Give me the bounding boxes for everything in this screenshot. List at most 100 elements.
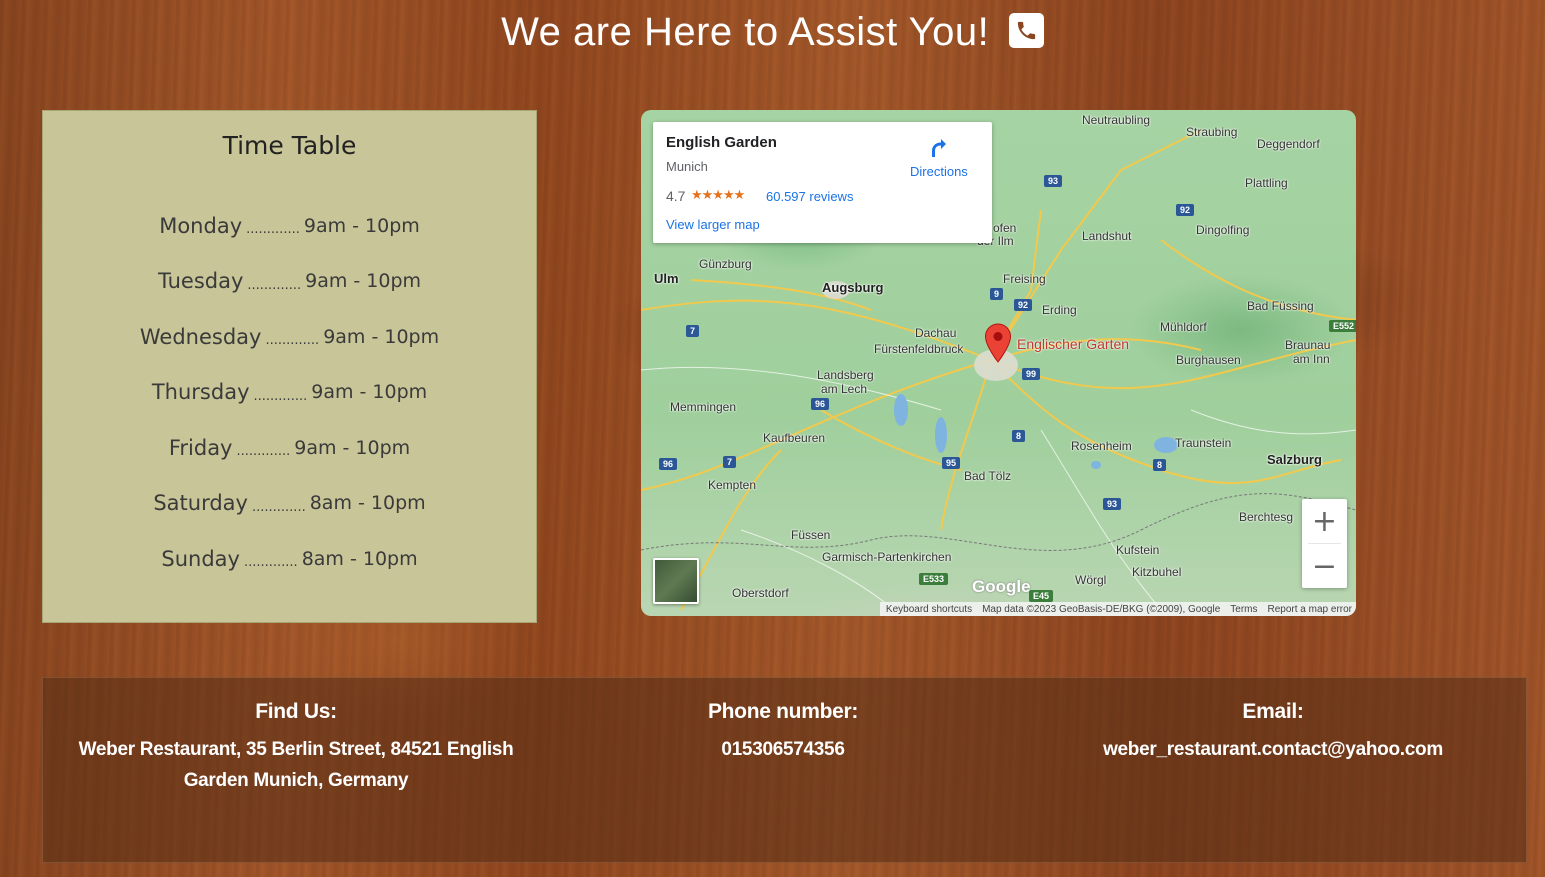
map-place-label: Dingolfing bbox=[1196, 223, 1250, 237]
timetable-dots: ............. bbox=[246, 222, 300, 238]
timetable-hours: 9am - 10pm bbox=[294, 436, 411, 459]
route-shield: 95 bbox=[942, 457, 961, 469]
place-rating: 4.7 bbox=[666, 188, 686, 204]
map-place-label: Salzburg bbox=[1267, 452, 1322, 467]
timetable-dots: ............. bbox=[265, 333, 320, 349]
route-shield: 99 bbox=[1022, 368, 1041, 380]
map-place-label: Bad Füssing bbox=[1247, 299, 1314, 313]
route-shield: 92 bbox=[1176, 204, 1195, 216]
route-shield: E552 bbox=[1329, 320, 1356, 332]
route-shield: 96 bbox=[811, 398, 830, 410]
map-pin-icon[interactable] bbox=[984, 323, 1012, 368]
timetable-hours: 9am - 10pm bbox=[305, 270, 422, 293]
map-place-label: ofen bbox=[993, 221, 1017, 235]
map-place-label: Füssen bbox=[791, 528, 831, 542]
page-title-text: We are Here to Assist You! bbox=[501, 9, 990, 54]
route-shield: E45 bbox=[1029, 590, 1054, 602]
map-place-label: Mühldorf bbox=[1160, 320, 1207, 334]
email-title: Email: bbox=[1242, 700, 1304, 723]
address-line-2: Garden Munich, Germany bbox=[183, 770, 409, 791]
page-title: We are Here to Assist You! bbox=[0, 8, 1545, 55]
phone-number: 015306574356 bbox=[721, 739, 845, 760]
email-address: weber_restaurant.contact@yahoo.com bbox=[1103, 739, 1443, 760]
map-place-label: Kempten bbox=[708, 478, 757, 492]
map-place-label: Erding bbox=[1042, 303, 1077, 317]
route-shield: E533 bbox=[919, 573, 949, 585]
email-column: Email: weber_restaurant.contact@yahoo.co… bbox=[1073, 700, 1473, 765]
timetable-day: Friday bbox=[168, 435, 233, 460]
route-shield: 93 bbox=[1103, 498, 1122, 510]
rating-stars-icon: ★★★★★ bbox=[691, 187, 745, 202]
map-place-label: Plattling bbox=[1245, 176, 1288, 190]
map-place-label: Traunstein bbox=[1175, 436, 1232, 450]
timetable-dots: ............. bbox=[251, 499, 306, 515]
route-shield: 9 bbox=[990, 288, 1004, 300]
directions-icon[interactable] bbox=[928, 136, 952, 165]
map-attribution-bar: Keyboard shortcuts Map data ©2023 GeoBas… bbox=[879, 602, 1356, 616]
zoom-out-button[interactable]: − bbox=[1302, 544, 1347, 588]
view-larger-map-link[interactable]: View larger map bbox=[666, 217, 760, 232]
map-place-label: Bad Tölz bbox=[964, 469, 1012, 483]
timetable-day: Monday bbox=[159, 213, 243, 238]
route-shield: 92 bbox=[1014, 299, 1033, 311]
timetable-hours: 9am - 10pm bbox=[311, 381, 428, 404]
timetable-title: Time Table bbox=[222, 131, 357, 160]
map-place-label: Landshut bbox=[1082, 229, 1132, 243]
satellite-toggle[interactable] bbox=[653, 558, 699, 604]
timetable-hours: 9am - 10pm bbox=[303, 214, 420, 237]
zoom-controls: + − bbox=[1302, 499, 1347, 588]
map-place-label: Günzburg bbox=[699, 257, 752, 271]
map-place-label: Dachau bbox=[915, 326, 957, 340]
timetable-dots: ............. bbox=[243, 555, 298, 571]
route-shield: 93 bbox=[1044, 175, 1063, 187]
route-shield: 8 bbox=[1012, 430, 1026, 442]
map-pin-label[interactable]: Englischer Garten bbox=[1017, 336, 1129, 352]
map-place-label: Augsburg bbox=[822, 280, 884, 295]
map-place-label: Deggendorf bbox=[1257, 137, 1320, 151]
map-place-label: am Lech bbox=[821, 382, 868, 396]
map-place-label: Memmingen bbox=[670, 400, 737, 414]
keyboard-shortcuts-link[interactable]: Keyboard shortcuts bbox=[886, 604, 972, 615]
map-place-label: Braunau bbox=[1285, 338, 1331, 352]
timetable-day: Wednesday bbox=[139, 324, 262, 349]
timetable-dots: ............. bbox=[247, 277, 302, 293]
timetable-hours: 8am - 10pm bbox=[301, 547, 418, 570]
timetable-day: Tuesday bbox=[157, 269, 244, 294]
map-place-label: am Inn bbox=[1293, 352, 1330, 366]
route-shield: 7 bbox=[686, 325, 700, 337]
map-place-label: Kufstein bbox=[1116, 543, 1160, 557]
map-place-label: Burghausen bbox=[1176, 353, 1241, 367]
map-place-label: Garmisch-Partenkirchen bbox=[822, 550, 952, 564]
reviews-link[interactable]: 60.597 reviews bbox=[766, 189, 853, 204]
directions-link[interactable]: Directions bbox=[910, 164, 968, 179]
phone-column: Phone number: 015306574356 bbox=[583, 700, 983, 765]
terms-link[interactable]: Terms bbox=[1230, 604, 1257, 615]
map-place-label: Oberstdorf bbox=[732, 586, 789, 600]
timetable-panel: Time Table Monday ............. 9am - 10… bbox=[42, 110, 537, 623]
map-place-label: Berchtesg bbox=[1239, 510, 1294, 524]
find-us-column: Find Us: Weber Restaurant, 35 Berlin Str… bbox=[61, 700, 531, 796]
zoom-in-button[interactable]: + bbox=[1302, 499, 1347, 543]
timetable-row-sunday: Sunday ............. 8am - 10pm bbox=[43, 531, 536, 587]
timetable-row-tuesday: Tuesday ............. 9am - 10pm bbox=[43, 254, 536, 310]
timetable-hours: 8am - 10pm bbox=[309, 492, 426, 515]
report-map-error-link[interactable]: Report a map error bbox=[1268, 604, 1352, 615]
timetable-list: Monday ............. 9am - 10pm Tuesday … bbox=[43, 198, 536, 587]
map-place-label: Ulm bbox=[654, 271, 679, 286]
place-city: Munich bbox=[666, 159, 708, 174]
address-line-1: Weber Restaurant, 35 Berlin Street, 8452… bbox=[78, 739, 514, 760]
map-place-label: Fürstenfeldbruck bbox=[874, 342, 964, 356]
embedded-map[interactable]: Neutraubling Straubing Deggendorf Plattl… bbox=[641, 110, 1356, 616]
route-shield: 7 bbox=[723, 456, 737, 468]
place-name: English Garden bbox=[666, 134, 777, 151]
map-place-label: Freising bbox=[1003, 272, 1046, 286]
timetable-row-thursday: Thursday ............. 9am - 10pm bbox=[43, 365, 536, 421]
timetable-day: Saturday bbox=[153, 491, 248, 516]
map-place-label: Kitzbuhel bbox=[1132, 565, 1182, 579]
find-us-title: Find Us: bbox=[255, 700, 337, 723]
timetable-day: Sunday bbox=[161, 546, 240, 571]
phone-title: Phone number: bbox=[707, 700, 859, 723]
place-info-card: English Garden Munich 4.7 ★★★★★ 60.597 r… bbox=[653, 122, 992, 243]
timetable-hours: 9am - 10pm bbox=[323, 325, 440, 348]
timetable-dots: ............. bbox=[236, 444, 291, 460]
